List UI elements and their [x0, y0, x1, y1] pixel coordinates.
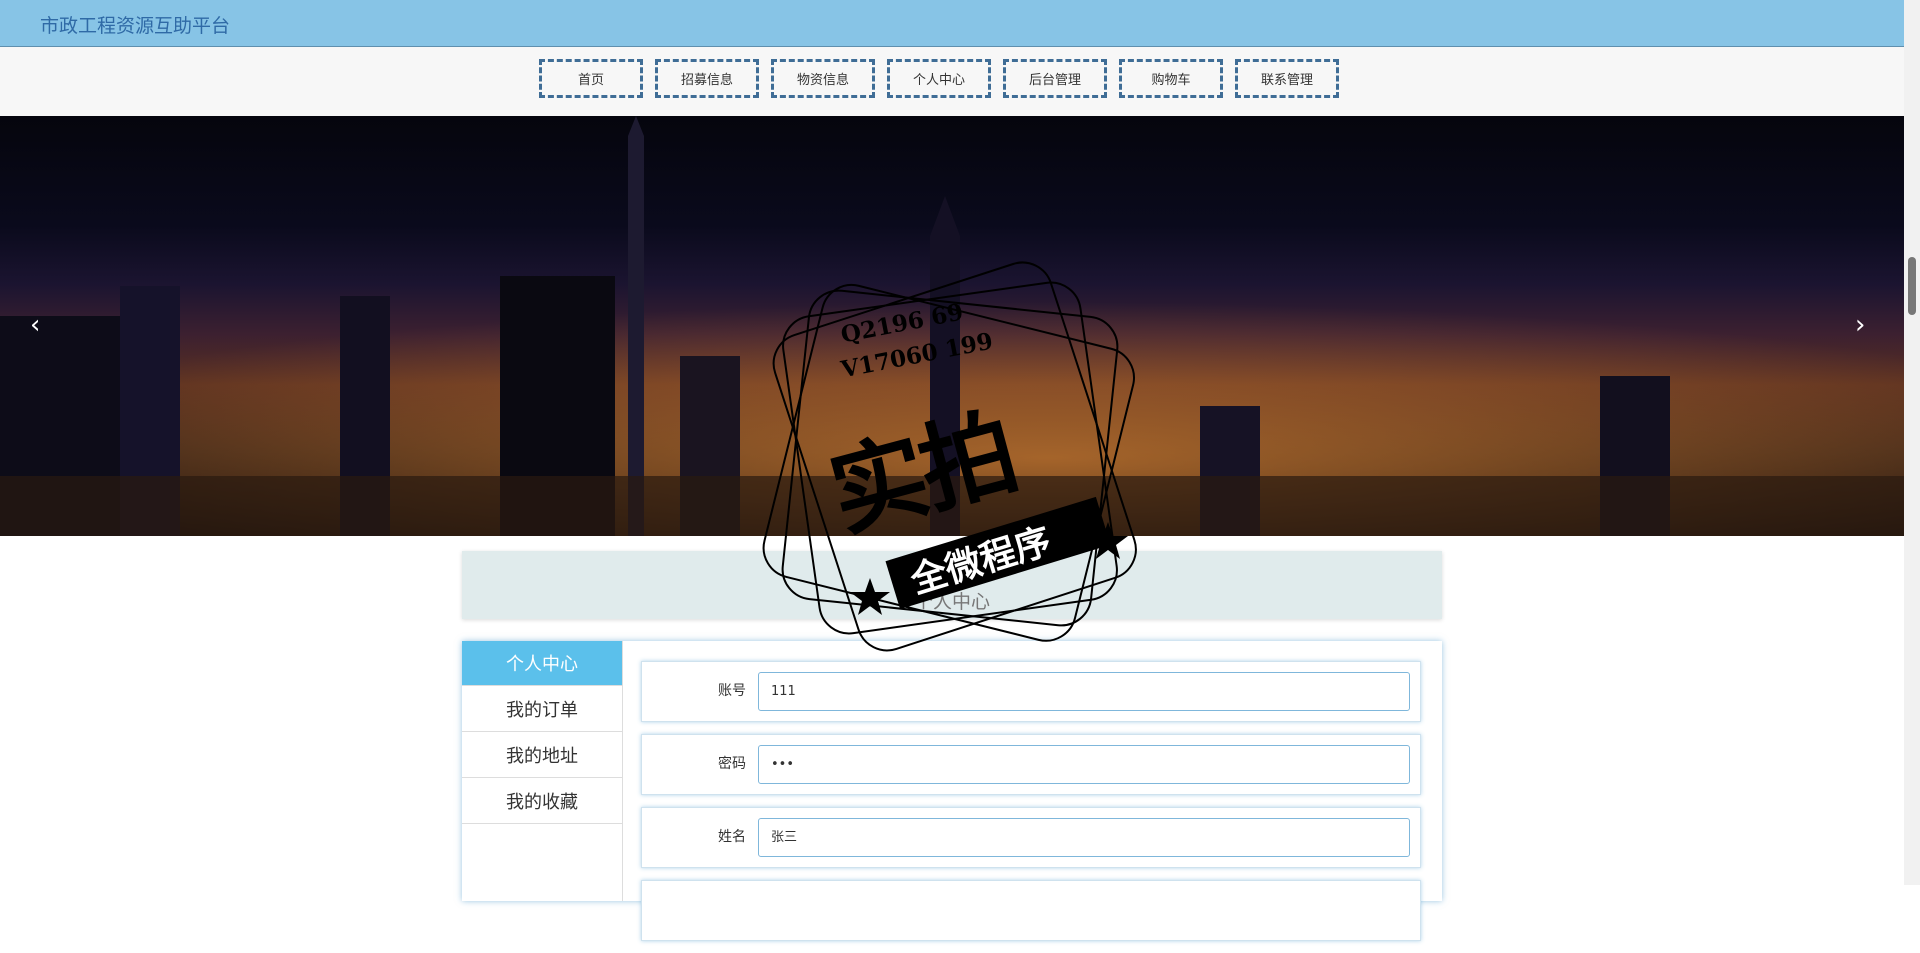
nav-user-center[interactable]: 个人中心: [887, 59, 991, 98]
form-row-name: 姓名 张三: [641, 807, 1421, 868]
side-item-favorites[interactable]: 我的收藏: [462, 778, 622, 824]
page-scrollbar[interactable]: [1904, 0, 1920, 885]
form-row-next: [641, 880, 1421, 941]
nav-home[interactable]: 首页: [539, 59, 643, 98]
password-label: 密码: [718, 756, 746, 772]
nav-cart[interactable]: 购物车: [1119, 59, 1223, 98]
nav-admin[interactable]: 后台管理: [1003, 59, 1107, 98]
name-input[interactable]: 张三: [758, 818, 1410, 857]
top-header-bar: 市政工程资源互助平台: [0, 0, 1904, 47]
nav-list: 首页 招募信息 物资信息 个人中心 后台管理 购物车 联系管理: [539, 59, 1351, 98]
main-navigation: 首页 招募信息 物资信息 个人中心 后台管理 购物车 联系管理: [0, 47, 1904, 116]
account-input[interactable]: 111: [758, 672, 1410, 711]
side-item-addresses[interactable]: 我的地址: [462, 732, 622, 778]
scrollbar-thumb[interactable]: [1908, 257, 1916, 315]
form-row-password: 密码 •••: [641, 734, 1421, 795]
side-item-user-center[interactable]: 个人中心: [462, 641, 622, 686]
site-title[interactable]: 市政工程资源互助平台: [40, 11, 230, 38]
section-header: USER 个人中心: [462, 551, 1442, 619]
password-input[interactable]: •••: [758, 745, 1410, 784]
section-subtitle: USER: [927, 558, 977, 579]
nav-contact[interactable]: 联系管理: [1235, 59, 1339, 98]
side-item-orders[interactable]: 我的订单: [462, 686, 622, 732]
form-row-account: 账号 111: [641, 661, 1421, 722]
nav-materials[interactable]: 物资信息: [771, 59, 875, 98]
profile-form: 账号 111 密码 ••• 姓名 张三: [641, 661, 1421, 953]
account-label: 账号: [718, 683, 746, 699]
carousel-prev-button[interactable]: ‹: [30, 312, 40, 338]
banner-carousel: ‹ ›: [0, 116, 1904, 536]
user-center-panel: 个人中心 我的订单 我的地址 我的收藏 账号 111 密码 ••• 姓名 张三: [462, 641, 1442, 941]
section-title: 个人中心: [913, 591, 990, 613]
name-label: 姓名: [718, 829, 746, 845]
city-night-image: [0, 116, 1904, 536]
nav-recruitment[interactable]: 招募信息: [655, 59, 759, 98]
side-menu: 个人中心 我的订单 我的地址 我的收藏: [462, 641, 623, 901]
carousel-next-button[interactable]: ›: [1855, 312, 1865, 338]
